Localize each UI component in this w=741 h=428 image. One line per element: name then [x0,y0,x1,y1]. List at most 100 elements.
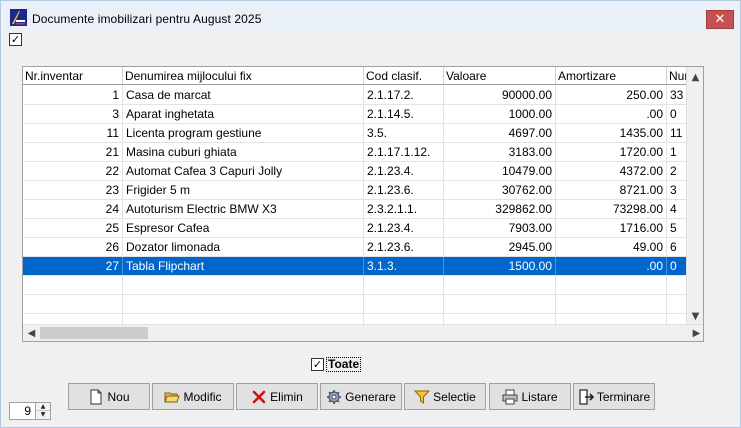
elimin-button[interactable]: Elimin [236,383,318,410]
cell-numar: 3 [670,183,677,197]
close-icon: ✕ [714,12,726,27]
empty-cell [556,276,667,294]
table-row[interactable]: 26 Dozator limonada 2.1.23.6. 2945.00 49… [23,238,687,257]
empty-cell [123,276,364,294]
cell-amortizare: .00 [556,257,667,275]
terminare-button[interactable]: Terminare [573,383,655,410]
vertical-scrollbar[interactable]: ▲ ▼ [686,67,703,325]
empty-cell [444,295,556,313]
horizontal-scrollbar[interactable]: ◀ ▶ [23,324,703,341]
cell-valoare: 329862.00 [444,200,556,218]
cell-amortizare: 1435.00 [556,124,667,142]
top-checkbox[interactable]: ✓ [9,33,22,46]
column-header-numar[interactable]: Numa [667,67,687,84]
cell-amortizare: 1716.00 [556,219,667,237]
cell-valoare: 1000.00 [444,105,556,123]
spinner-value[interactable]: 9 [10,403,34,419]
empty-row [23,295,687,314]
cell-amortizare: 49.00 [556,238,667,256]
cell-cod-clasif: 2.1.17.1.12. [364,143,444,161]
cell-amortizare: 8721.00 [556,181,667,199]
assets-grid[interactable]: Nr.inventar Denumirea mijlocului fix Cod… [22,66,704,342]
exit-door-icon [579,388,594,405]
listare-button[interactable]: Listare [489,383,571,410]
cell-denumire: Masina cuburi ghiata [123,143,364,161]
cell-cod-clasif: 3.5. [364,124,444,142]
cell-nr-inventar: 26 [23,238,123,256]
checkmark-icon: ✓ [10,33,21,46]
cell-cod-clasif: 2.1.23.6. [364,181,444,199]
checkmark-icon: ✓ [312,357,323,371]
cell-nr-inventar: 24 [23,200,123,218]
cell-valoare: 1500.00 [444,257,556,275]
table-row[interactable]: 23 Frigider 5 m 2.1.23.6. 30762.00 8721.… [23,181,687,200]
cell-cod-clasif: 2.3.2.1.1. [364,200,444,218]
scroll-left-icon[interactable]: ◀ [23,325,40,341]
elimin-label: Elimin [270,389,303,404]
listare-label: Listare [521,389,558,404]
column-header-nr-inventar[interactable]: Nr.inventar [23,67,123,84]
table-row-selected[interactable]: 27 Tabla Flipchart 3.1.3. 1500.00 .00 0 [23,257,687,276]
printer-icon [502,389,518,404]
scroll-right-icon[interactable]: ▶ [688,325,703,341]
column-header-denumirea[interactable]: Denumirea mijlocului fix [123,67,364,84]
cell-nr-inventar: 23 [23,181,123,199]
cell-denumire: Aparat inghetata [123,105,364,123]
generare-label: Generare [345,389,396,404]
column-header-valoare[interactable]: Valoare [444,67,556,84]
column-header-amortizare[interactable]: Amortizare [556,67,667,84]
cell-denumire: Espresor Cafea [123,219,364,237]
cell-amortizare: 1720.00 [556,143,667,161]
empty-cell [364,295,444,313]
toate-label[interactable]: Toate [326,356,362,372]
toate-check-box[interactable]: ✓ [311,357,324,371]
cell-denumire: Licenta program gestiune [123,124,364,142]
cell-valoare: 90000.00 [444,86,556,104]
table-row[interactable]: 11 Licenta program gestiune 3.5. 4697.00… [23,124,687,143]
modific-button[interactable]: Modific [152,383,234,410]
nou-button[interactable]: Nou [68,383,150,410]
table-row[interactable]: 22 Automat Cafea 3 Capuri Jolly 2.1.23.4… [23,162,687,181]
open-folder-icon [164,392,181,402]
cell-amortizare: .00 [556,105,667,123]
title-bar: Documente imobilizari pentru August 2025… [1,1,740,31]
cell-denumire: Automat Cafea 3 Capuri Jolly [123,162,364,180]
toate-checkbox[interactable]: ✓ Toate [311,356,362,372]
cell-cod-clasif: 2.1.14.5. [364,105,444,123]
modific-label: Modific [183,389,222,404]
table-row[interactable]: 21 Masina cuburi ghiata 2.1.17.1.12. 318… [23,143,687,162]
terminare-label: Terminare [596,389,651,404]
cell-cod-clasif: 3.1.3. [364,257,444,275]
column-header-cod-clasif[interactable]: Cod clasif. [364,67,444,84]
cell-nr-inventar: 22 [23,162,123,180]
table-row[interactable]: 25 Espresor Cafea 2.1.23.4. 7903.00 1716… [23,219,687,238]
cell-numar: 4 [670,202,677,216]
selectie-button[interactable]: Selectie [404,383,486,410]
empty-cell [23,295,123,313]
horizontal-scroll-thumb[interactable] [40,327,148,339]
spinner-down-icon[interactable]: ▼ [36,411,50,419]
cell-cod-clasif: 2.1.23.4. [364,162,444,180]
table-row[interactable]: 3 Aparat inghetata 2.1.14.5. 1000.00 .00… [23,105,687,124]
spinner-up-icon[interactable]: ▲ [36,403,50,411]
cell-valoare: 4697.00 [444,124,556,142]
cell-numar: 0 [670,107,677,121]
cell-amortizare: 250.00 [556,86,667,104]
close-button[interactable]: ✕ [706,10,734,29]
nou-label: Nou [107,389,130,404]
count-spinner[interactable]: 9 ▲ ▼ [9,402,51,420]
table-row[interactable]: 1 Casa de marcat 2.1.17.2. 90000.00 250.… [23,86,687,105]
cell-denumire: Autoturism Electric BMW X3 [123,200,364,218]
scroll-down-icon[interactable]: ▼ [687,308,703,325]
cell-denumire: Dozator limonada [123,238,364,256]
cell-nr-inventar: 27 [23,257,123,275]
table-row[interactable]: 24 Autoturism Electric BMW X3 2.3.2.1.1.… [23,200,687,219]
empty-cell [23,276,123,294]
generare-button[interactable]: Generare [320,383,402,410]
window-title: Documente imobilizari pentru August 2025 [32,12,262,26]
scroll-up-icon[interactable]: ▲ [687,69,703,86]
empty-cell [444,276,556,294]
cell-numar: 11 [670,126,683,140]
filter-funnel-icon [414,390,431,404]
cell-numar: 6 [670,240,677,254]
